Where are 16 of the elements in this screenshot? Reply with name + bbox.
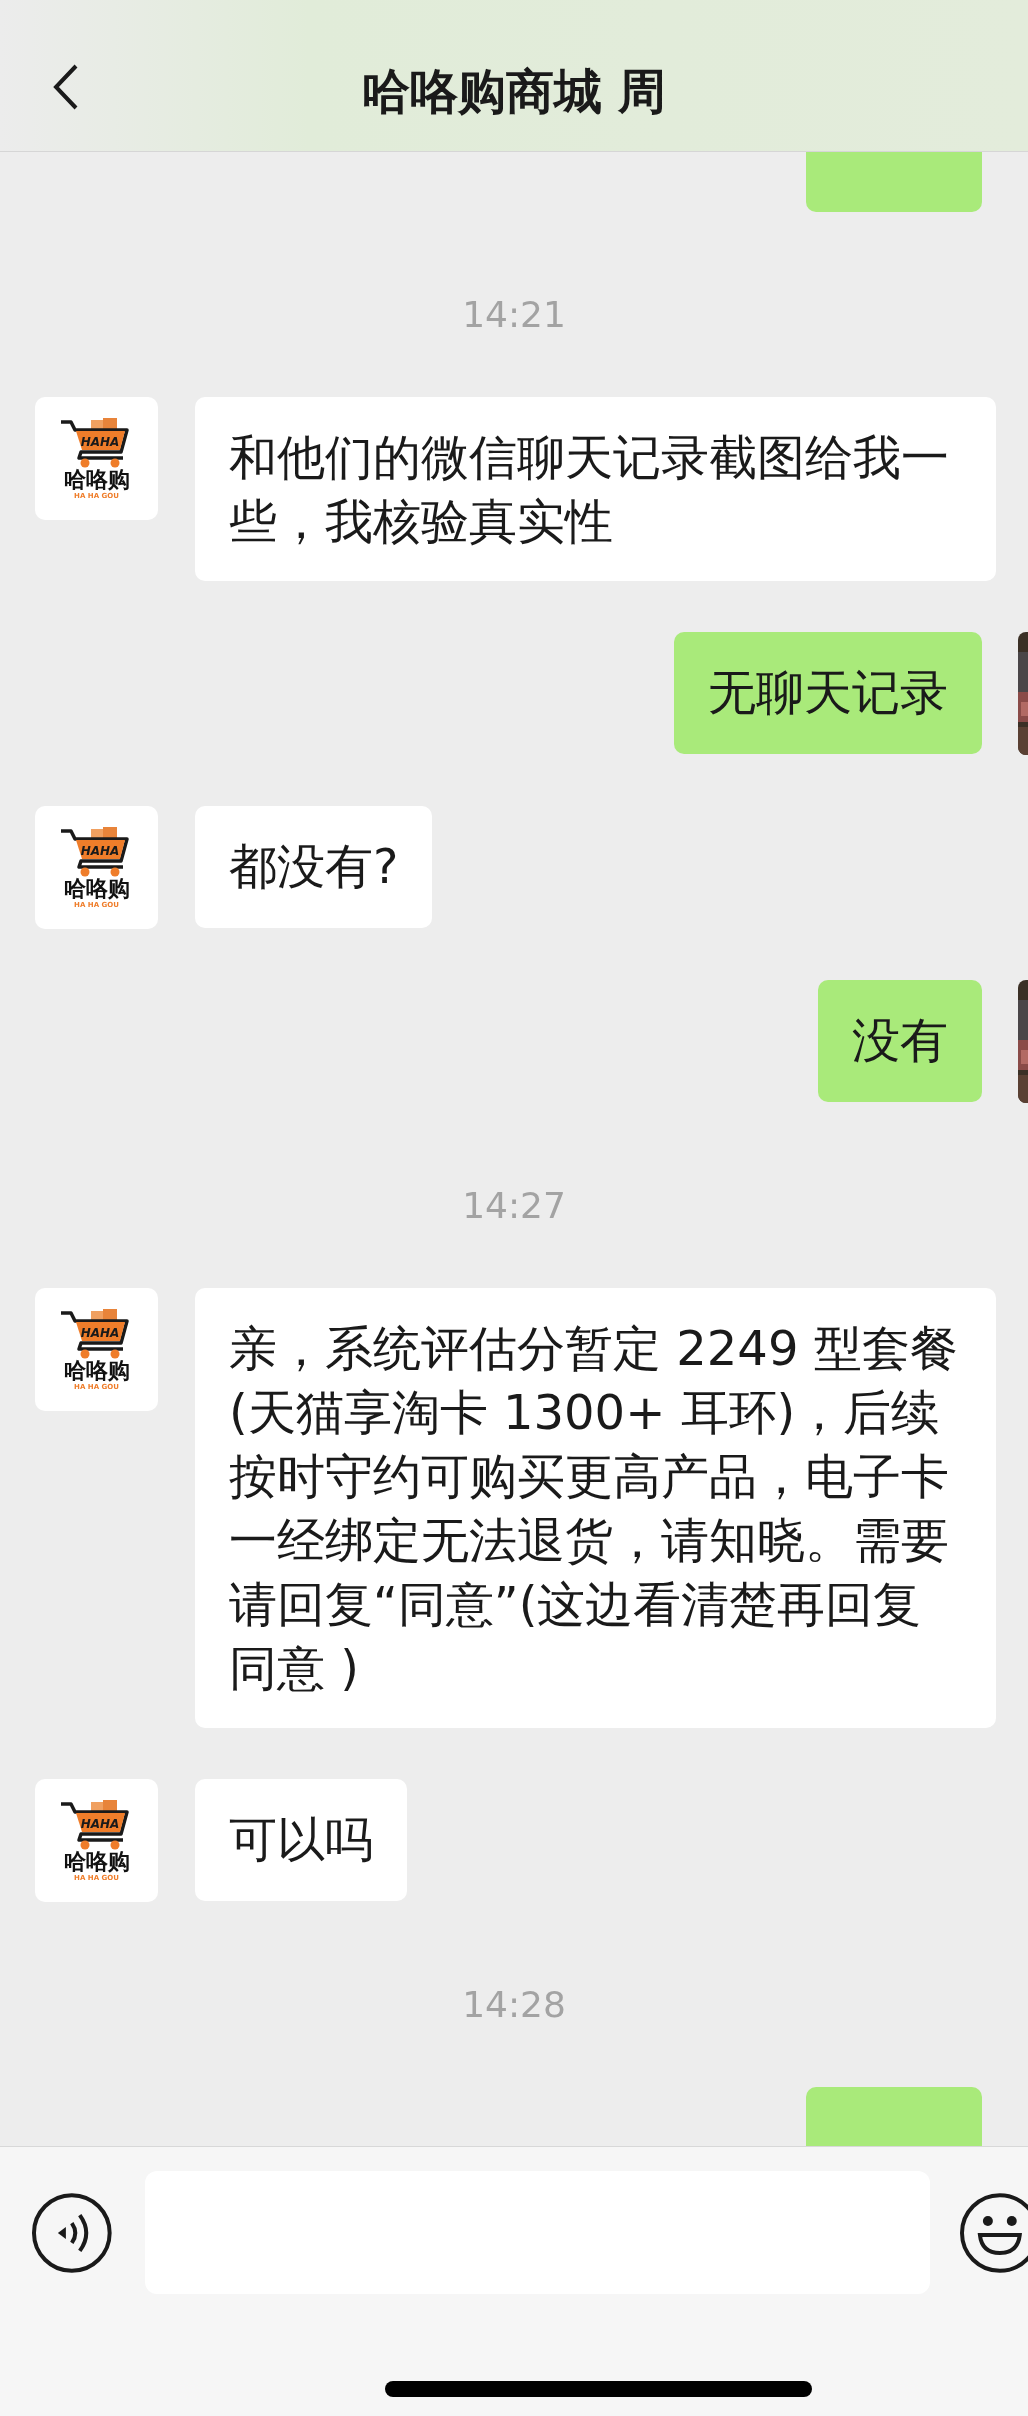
message-bubble: 无聊天记录 xyxy=(674,632,982,754)
message-bubble: 可以吗 xyxy=(195,1779,407,1901)
message-bubble: 和他们的微信聊天记录截图给我一些，我核验真实性 xyxy=(195,397,996,581)
voice-icon[interactable] xyxy=(30,2190,114,2275)
timestamp: 14:27 xyxy=(462,1184,566,1228)
message-bubble: 亲，系统评估分暂定 2249 型套餐 (天猫享淘卡 1300+ 耳环)，后续按时守约可购买更高产品，电子卡一经绑定无法退货，请知晓。需要请回复“同意”(这边看清楚再回复同意 ) xyxy=(195,1288,996,1728)
logo-name: 哈咯购 xyxy=(63,1359,130,1383)
timestamp: 14:28 xyxy=(462,1983,566,2027)
logo-name: 哈咯购 xyxy=(63,1850,130,1874)
logo-name: 哈咯购 xyxy=(63,468,130,492)
chat-title: 哈咯购商城 周 xyxy=(361,62,667,121)
emoji-icon[interactable] xyxy=(960,2190,1028,2275)
message-bubble: 都没有? xyxy=(195,806,433,928)
logo-name: 哈咯购 xyxy=(63,877,130,901)
timestamp: 14:21 xyxy=(462,293,566,337)
message-bubble: 没有 xyxy=(818,980,982,1102)
